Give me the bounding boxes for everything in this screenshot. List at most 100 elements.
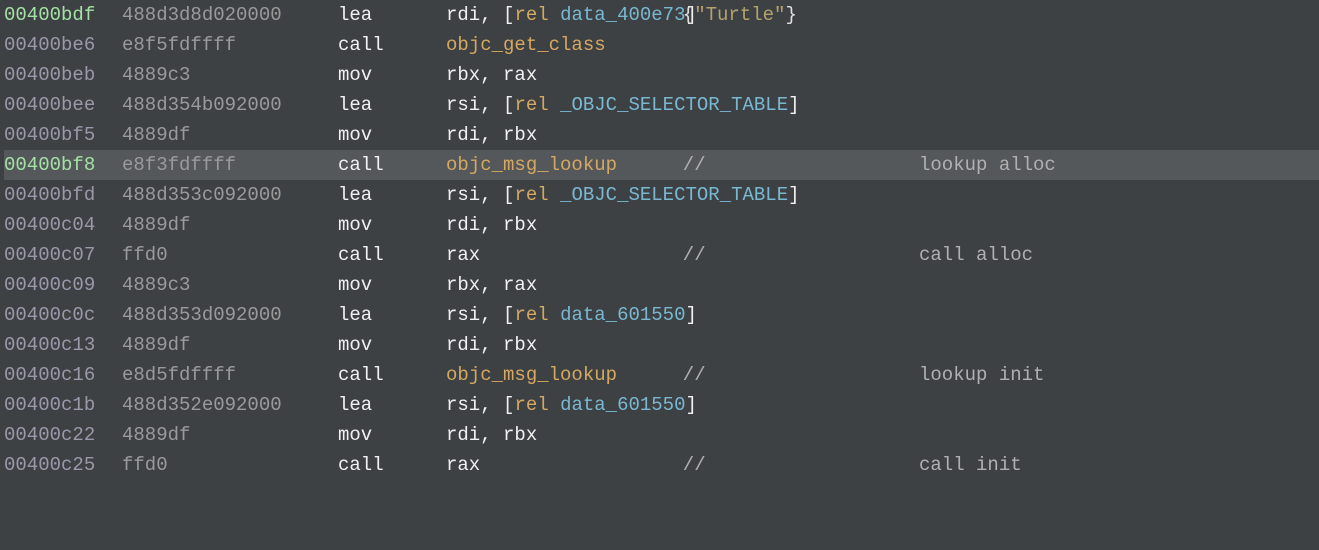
operands: rsi, [rel _OBJC_SELECTOR_TABLE]: [446, 90, 800, 120]
operands: rsi, [rel data_601550]: [446, 300, 697, 330]
mnemonic: lea: [338, 180, 446, 210]
mnemonic: call: [338, 360, 446, 390]
bytes: 488d353d092000: [122, 300, 338, 330]
disasm-row[interactable]: 00400bf54889dfmovrdi, rbx: [4, 120, 1319, 150]
address[interactable]: 00400c1b: [4, 390, 122, 420]
address[interactable]: 00400c09: [4, 270, 122, 300]
mnemonic: call: [338, 150, 446, 180]
inline-annotation: //: [660, 150, 717, 180]
token-reg: rbx: [446, 64, 480, 86]
token-reg: rsi: [446, 184, 480, 206]
address[interactable]: 00400c0c: [4, 300, 122, 330]
token-punct: , [: [480, 4, 514, 26]
disasm-row[interactable]: 00400c044889dfmovrdi, rbx: [4, 210, 1319, 240]
disasm-row[interactable]: 00400c0c488d353d092000learsi, [rel data_…: [4, 300, 1319, 330]
operands: rax: [446, 240, 480, 270]
bytes: 488d3d8d020000: [122, 0, 338, 30]
operands: objc_get_class: [446, 30, 606, 60]
token-comment: //: [660, 454, 717, 476]
disasm-row[interactable]: 00400be6e8f5fdffffcallobjc_get_class: [4, 30, 1319, 60]
address[interactable]: 00400c22: [4, 420, 122, 450]
token-reg: rbx: [503, 334, 537, 356]
address[interactable]: 00400c25: [4, 450, 122, 480]
token-punct: [549, 304, 560, 326]
disasm-row[interactable]: 00400bf8e8f3fdffffcallobjc_msg_lookup //…: [4, 150, 1319, 180]
token-comment: //: [660, 244, 717, 266]
token-sym: data_601550: [560, 394, 685, 416]
disasm-row[interactable]: 00400bee488d354b092000learsi, [rel _OBJC…: [4, 90, 1319, 120]
token-punct: [549, 184, 560, 206]
mnemonic: call: [338, 240, 446, 270]
address[interactable]: 00400c07: [4, 240, 122, 270]
inline-annotation: //: [660, 450, 717, 480]
token-string: "Turtle": [694, 4, 785, 26]
token-kw: rel: [514, 94, 548, 116]
disasm-row[interactable]: 00400bdf488d3d8d020000leardi, [rel data_…: [4, 0, 1319, 30]
address[interactable]: 00400c04: [4, 210, 122, 240]
mnemonic: lea: [338, 90, 446, 120]
address[interactable]: 00400bfd: [4, 180, 122, 210]
token-reg: rbx: [446, 274, 480, 296]
operands: rax: [446, 450, 480, 480]
mnemonic: mov: [338, 210, 446, 240]
token-punct: ,: [480, 64, 503, 86]
address[interactable]: 00400c13: [4, 330, 122, 360]
token-brace: }: [785, 4, 796, 26]
token-reg: rbx: [503, 214, 537, 236]
token-reg: rbx: [503, 124, 537, 146]
token-punct: ]: [788, 94, 799, 116]
mnemonic: mov: [338, 120, 446, 150]
token-reg: rax: [446, 454, 480, 476]
mnemonic: lea: [338, 300, 446, 330]
address[interactable]: 00400bdf: [4, 0, 122, 30]
inline-annotation: {"Turtle"}: [660, 0, 797, 30]
operands: rsi, [rel data_601550]: [446, 390, 697, 420]
disasm-row[interactable]: 00400c134889dfmovrdi, rbx: [4, 330, 1319, 360]
bytes: ffd0: [122, 240, 338, 270]
disasm-row[interactable]: 00400c25ffd0callrax // call init: [4, 450, 1319, 480]
operands: rdi, rbx: [446, 120, 537, 150]
token-sym-selector: _OBJC_SELECTOR_TABLE: [560, 94, 788, 116]
token-comment: lookup init: [919, 364, 1044, 386]
comment[interactable]: call alloc: [919, 240, 1033, 270]
token-punct: ,: [480, 334, 503, 356]
token-punct: , [: [480, 184, 514, 206]
disasm-row[interactable]: 00400c1b488d352e092000learsi, [rel data_…: [4, 390, 1319, 420]
mnemonic: mov: [338, 60, 446, 90]
token-kw: rel: [514, 184, 548, 206]
token-callsym: objc_get_class: [446, 34, 606, 56]
address[interactable]: 00400bf8: [4, 150, 122, 180]
operands: objc_msg_lookup: [446, 360, 617, 390]
disasm-row[interactable]: 00400c094889c3movrbx, rax: [4, 270, 1319, 300]
token-punct: ]: [685, 304, 696, 326]
comment[interactable]: lookup init: [919, 360, 1044, 390]
disasm-row[interactable]: 00400c224889dfmovrdi, rbx: [4, 420, 1319, 450]
bytes: 4889c3: [122, 60, 338, 90]
bytes: e8f3fdffff: [122, 150, 338, 180]
mnemonic: mov: [338, 330, 446, 360]
disasm-row[interactable]: 00400bfd488d353c092000learsi, [rel _OBJC…: [4, 180, 1319, 210]
comment[interactable]: lookup alloc: [919, 150, 1056, 180]
disassembly-listing[interactable]: 00400bdf488d3d8d020000leardi, [rel data_…: [0, 0, 1319, 480]
bytes: 488d353c092000: [122, 180, 338, 210]
mnemonic: lea: [338, 390, 446, 420]
operands: rbx, rax: [446, 60, 537, 90]
token-punct: , [: [480, 394, 514, 416]
token-comment: //: [660, 154, 717, 176]
disasm-row[interactable]: 00400beb4889c3movrbx, rax: [4, 60, 1319, 90]
comment[interactable]: call init: [919, 450, 1022, 480]
address[interactable]: 00400bee: [4, 90, 122, 120]
disasm-row[interactable]: 00400c16e8d5fdffffcallobjc_msg_lookup //…: [4, 360, 1319, 390]
address[interactable]: 00400c16: [4, 360, 122, 390]
token-punct: , [: [480, 94, 514, 116]
address[interactable]: 00400be6: [4, 30, 122, 60]
address[interactable]: 00400bf5: [4, 120, 122, 150]
address[interactable]: 00400beb: [4, 60, 122, 90]
token-punct: ,: [480, 214, 503, 236]
token-reg: rax: [503, 274, 537, 296]
bytes: ffd0: [122, 450, 338, 480]
disasm-row[interactable]: 00400c07ffd0callrax // call alloc: [4, 240, 1319, 270]
token-kw: rel: [514, 304, 548, 326]
token-punct: ,: [480, 424, 503, 446]
token-reg: rbx: [503, 424, 537, 446]
